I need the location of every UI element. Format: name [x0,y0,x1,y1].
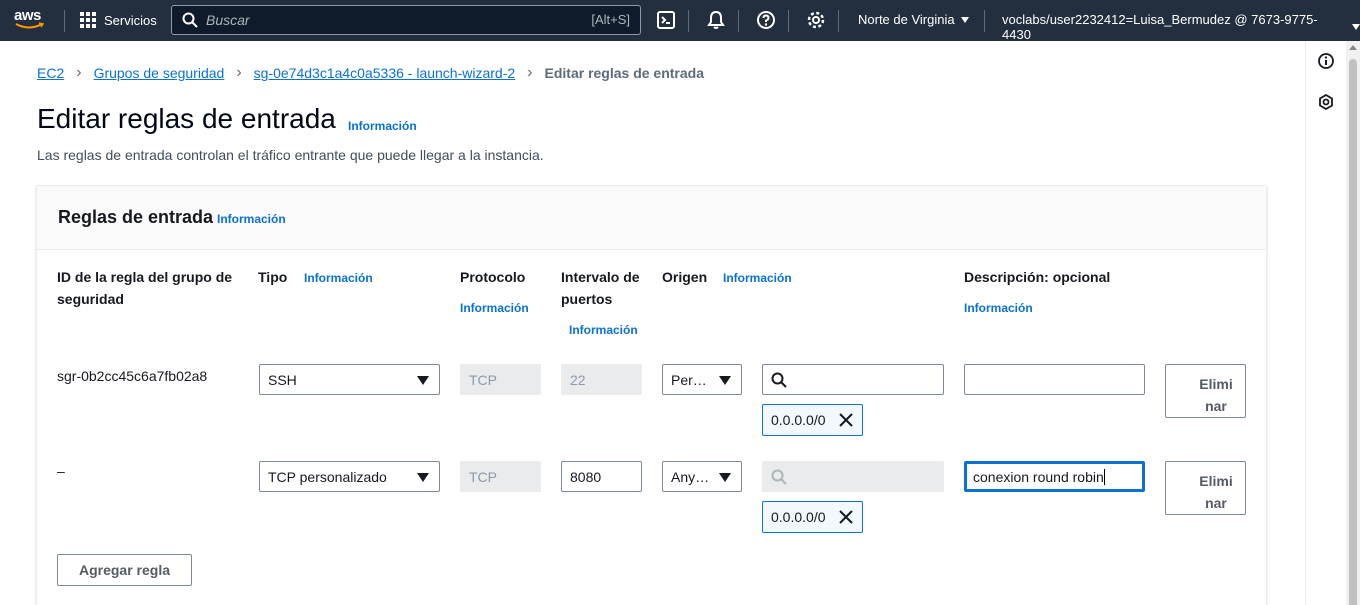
caret-down-icon [417,376,429,385]
close-icon[interactable] [839,510,853,524]
services-menu-button[interactable]: Servicios [80,10,157,30]
protocol-info-link[interactable]: Información [460,301,529,315]
region-label: Norte de Virginia [858,12,955,27]
help-icon[interactable] [756,10,776,30]
cidr-value: 0.0.0.0/0 [771,509,826,525]
inbound-rules-panel: Reglas de entrada Información [36,185,1267,605]
nav-divider [688,10,689,32]
page-scrollbar[interactable] [1346,41,1360,605]
page-title: Editar reglas de entrada [37,103,336,134]
utility-panel [1305,41,1345,605]
aws-logo-text: aws [14,7,41,24]
bell-icon[interactable] [706,10,726,30]
services-label: Servicios [104,12,157,28]
source-info-link[interactable]: Información [723,271,792,285]
source-type-value: Any… [671,468,710,485]
protocol-field: TCP [460,364,541,395]
column-header-source: Origen [662,269,708,285]
search-icon [771,372,787,388]
rule-type-select[interactable]: TCP personalizado [259,461,440,492]
page-info-link[interactable]: Información [348,119,417,133]
delete-rule-button[interactable]: Elimi nar [1165,364,1246,418]
caret-down-icon [960,16,969,23]
rule-id: – [57,463,65,479]
nav-divider [984,10,985,32]
nav-divider [838,10,839,32]
breadcrumb-security-group-link[interactable]: sg-0e74d3c1a4c0a5336 - launch-wizard-2 [254,65,516,81]
description-info-link[interactable]: Información [964,301,1033,315]
breadcrumb: EC2 › Grupos de seguridad › sg-0e74d3c1a… [37,64,704,82]
nav-divider [788,10,789,32]
info-icon[interactable] [1318,53,1334,69]
column-header-description: Descripción: opcional [964,269,1111,285]
chevron-right-icon: › [527,64,533,81]
protocol-field: TCP [460,461,541,492]
rule-id: sgr-0b2cc45c6a7fb02a8 [57,368,208,384]
search-icon [771,469,787,485]
caret-down-icon [719,376,731,385]
description-value: conexion round robin [973,468,1105,485]
gear-icon[interactable] [806,10,826,30]
source-search-input [762,461,944,492]
port-range-value: 8080 [570,468,602,485]
source-type-value: Per… [671,371,707,388]
description-input[interactable]: conexion round robin [964,461,1145,492]
aws-logo[interactable]: aws [14,8,50,32]
panel-title: Reglas de entrada [58,207,214,227]
caret-down-icon [719,473,731,482]
port-range-input: 22 [561,364,642,395]
cidr-token: 0.0.0.0/0 [762,501,863,533]
port-range-value: 22 [570,371,586,388]
cidr-value: 0.0.0.0/0 [771,412,826,428]
rule-type-select[interactable]: SSH [259,364,440,395]
chevron-right-icon: › [236,64,242,81]
delete-rule-button[interactable]: Elimi nar [1165,461,1246,515]
caret-down-icon [417,473,429,482]
rule-type-value: SSH [268,371,297,388]
caret-down-icon [1352,24,1360,30]
panel-header: Reglas de entrada Información [37,186,1266,250]
protocol-value: TCP [469,468,497,485]
cloudshell-icon[interactable] [656,10,676,30]
top-navigation: aws Servicios Buscar [Alt+S] Norte de Vi… [0,0,1360,42]
search-input[interactable]: Buscar [Alt+S] [171,5,641,35]
search-placeholder: Buscar [206,12,250,28]
port-range-input[interactable]: 8080 [561,461,642,492]
cidr-token: 0.0.0.0/0 [762,404,863,436]
column-header-protocol: Protocolo [460,269,526,285]
scroll-up-icon[interactable] [1349,45,1357,50]
source-type-select[interactable]: Per… [662,364,742,395]
page-description: Las reglas de entrada controlan el tráfi… [37,147,544,163]
grid-icon [80,12,96,28]
nav-divider [64,10,65,32]
type-info-link[interactable]: Información [304,271,373,285]
column-header-type: Tipo [258,269,288,285]
account-menu[interactable]: voclabs/user2232412=Luisa_Bermudez @ 767… [1002,12,1360,42]
column-header-rule-id: ID de la regla del grupo de seguridad [57,269,233,307]
add-rule-button[interactable]: Agregar regla [57,554,192,586]
protocol-value: TCP [469,371,497,388]
region-selector[interactable]: Norte de Virginia [858,12,969,27]
close-icon[interactable] [839,413,853,427]
breadcrumb-ec2-link[interactable]: EC2 [37,65,64,81]
chevron-right-icon: › [76,64,82,81]
search-icon [182,12,198,28]
breadcrumb-current: Editar reglas de entrada [544,65,705,81]
breadcrumb-security-groups-link[interactable]: Grupos de seguridad [94,65,225,81]
rule-type-value: TCP personalizado [268,468,387,485]
scrollbar-thumb[interactable] [1349,59,1357,605]
panel-info-link[interactable]: Información [217,212,286,226]
nav-divider [738,10,739,32]
source-type-select[interactable]: Any… [662,461,742,492]
port-range-info-link[interactable]: Información [569,323,638,337]
search-shortcut: [Alt+S] [591,12,630,27]
feedback-icon[interactable] [1318,94,1334,110]
description-input[interactable] [964,364,1145,395]
source-search-input[interactable] [762,364,944,395]
column-header-port-range: Intervalo de puertos [561,269,640,307]
account-label: voclabs/user2232412=Luisa_Bermudez @ 767… [1002,12,1318,42]
